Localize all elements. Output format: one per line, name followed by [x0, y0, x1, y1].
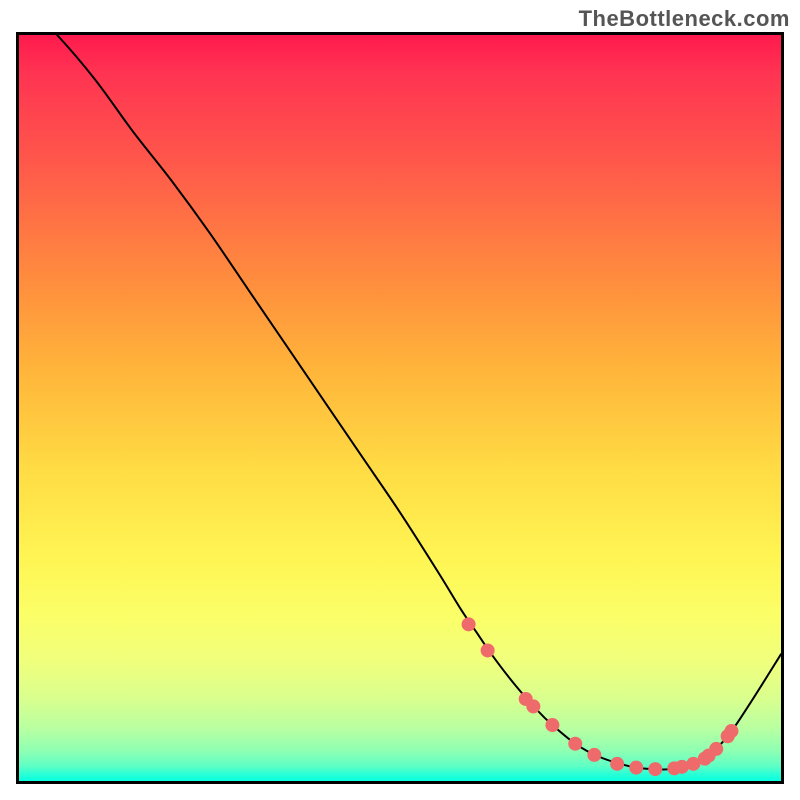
watermark-text: TheBottleneck.com [579, 6, 790, 32]
plot-svg [19, 35, 781, 781]
plot-area [16, 32, 784, 784]
data-dot [629, 761, 643, 775]
data-dot [648, 762, 662, 776]
data-dot [481, 643, 495, 657]
chart-frame: TheBottleneck.com [0, 0, 800, 800]
data-dot [568, 737, 582, 751]
data-dot [526, 699, 540, 713]
data-dot [462, 617, 476, 631]
bottleneck-curve [19, 35, 781, 769]
data-dot [724, 724, 738, 738]
dot-group [462, 617, 739, 776]
data-dot [709, 742, 723, 756]
data-dot [610, 757, 624, 771]
data-dot [587, 748, 601, 762]
data-dot [545, 718, 559, 732]
